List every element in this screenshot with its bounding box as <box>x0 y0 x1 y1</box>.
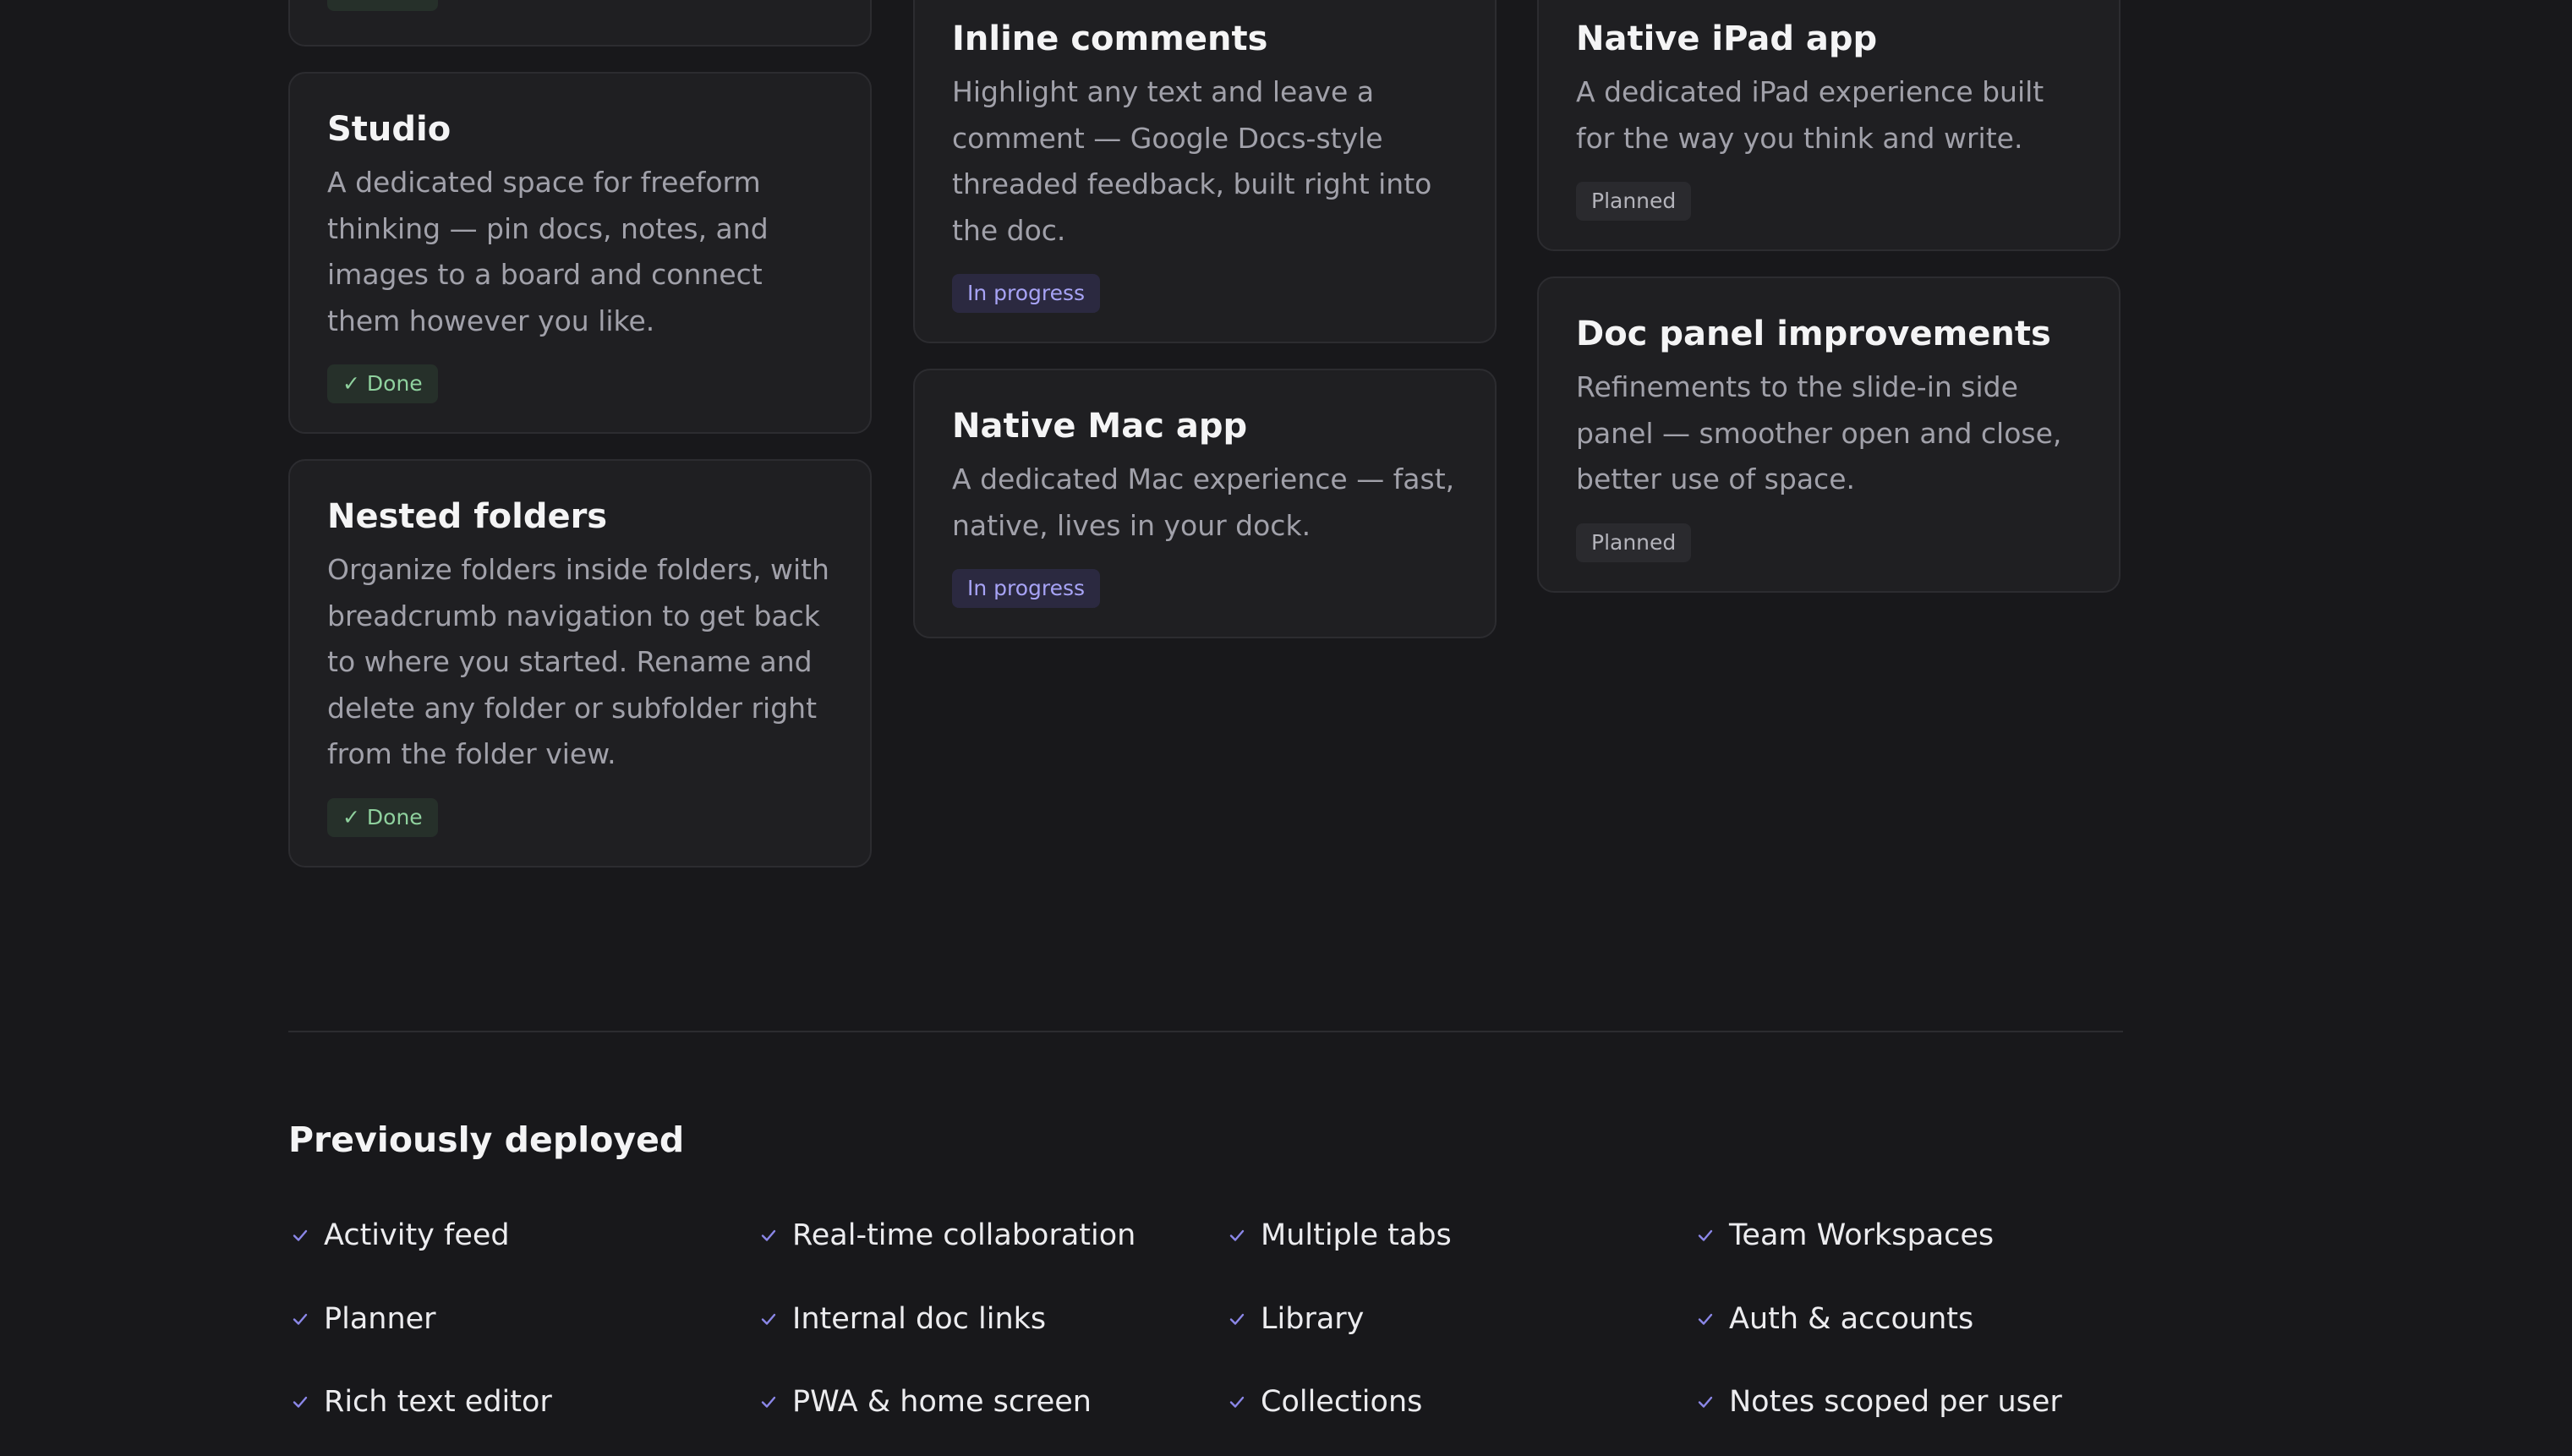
check-icon <box>1698 1229 1713 1241</box>
check-icon <box>761 1396 776 1408</box>
status-badge-planned: Planned <box>1576 182 1692 221</box>
status-badge-done: ✓ Done <box>327 797 438 837</box>
deployed-item: Collections <box>1225 1376 1694 1428</box>
deployed-item-label: Library <box>1261 1301 1365 1336</box>
card-description: A dedicated space for freeform thinking … <box>327 166 769 337</box>
card-description: Highlight any text and leave a comment —… <box>952 75 1432 247</box>
card-description: Organize folders inside folders, with br… <box>327 553 829 770</box>
card-title: Native iPad app <box>1576 19 1878 58</box>
status-badge-done: ✓ Done <box>327 364 438 403</box>
check-icon <box>761 1229 776 1241</box>
roadmap-column-planned: Native iPad app A dedicated iPad experie… <box>1537 0 2121 618</box>
check-icon <box>293 1229 308 1241</box>
card-title: Studio <box>327 110 451 149</box>
roadmap-card-doc-panel-improvements: Doc panel improvements Refinements to th… <box>1537 276 2121 593</box>
check-icon <box>293 1396 308 1408</box>
card-title: Doc panel improvements <box>1576 315 2051 353</box>
deployed-item-label: Collections <box>1261 1385 1423 1419</box>
roadmap-card-native-mac-app: Native Mac app A dedicated Mac experienc… <box>913 369 1497 638</box>
roadmap-column-in-progress: Inline comments Highlight any text and l… <box>913 0 1497 664</box>
deployed-item: Activity feed <box>288 1209 757 1262</box>
status-badge-planned: Planned <box>1576 523 1692 562</box>
deployed-item: Rich text editor <box>288 1376 757 1428</box>
deployed-item-label: Multiple tabs <box>1261 1218 1452 1252</box>
roadmap-card-truncated: ✓ Done <box>288 0 872 47</box>
card-description: A dedicated iPad experience built for th… <box>1576 75 2044 155</box>
card-description: Refinements to the slide-in side panel —… <box>1576 370 2062 495</box>
roadmap-card-studio: Studio A dedicated space for freeform th… <box>288 72 872 434</box>
card-description: A dedicated Mac experience — fast, nativ… <box>952 463 1455 542</box>
deployed-item: Notes scoped per user <box>1694 1376 2162 1428</box>
deployed-item: Library <box>1225 1293 1694 1345</box>
check-icon <box>1229 1313 1245 1325</box>
roadmap-card-inline-comments: Inline comments Highlight any text and l… <box>913 0 1497 343</box>
deployed-item-label: Internal doc links <box>792 1301 1047 1336</box>
check-icon <box>293 1313 308 1325</box>
deployed-item-label: Planner <box>324 1301 436 1336</box>
deployed-item: Multiple tabs <box>1225 1209 1694 1262</box>
status-badge-done: ✓ Done <box>327 0 438 11</box>
previously-deployed-heading: Previously deployed <box>288 1119 685 1160</box>
deployed-item: Auth & accounts <box>1694 1293 2162 1345</box>
roadmap-card-nested-folders: Nested folders Organize folders inside f… <box>288 459 872 868</box>
card-title: Native Mac app <box>952 407 1248 446</box>
deployed-item: Real-time collaboration <box>757 1209 1225 1262</box>
section-divider <box>288 1031 2123 1032</box>
status-badge-in-progress: In progress <box>952 569 1101 608</box>
check-icon <box>1698 1396 1713 1408</box>
deployed-item-label: Team Workspaces <box>1729 1218 1995 1252</box>
card-title: Nested folders <box>327 497 608 536</box>
deployed-item-label: Auth & accounts <box>1729 1301 1974 1336</box>
previously-deployed-list: Activity feed Real-time collaboration Mu… <box>288 1209 2199 1456</box>
roadmap-card-native-ipad-app: Native iPad app A dedicated iPad experie… <box>1537 0 2121 251</box>
deployed-item: Team Workspaces <box>1694 1209 2162 1262</box>
check-icon <box>761 1313 776 1325</box>
check-icon <box>1698 1313 1713 1325</box>
deployed-item-label: Notes scoped per user <box>1729 1385 2062 1419</box>
card-title: Inline comments <box>952 19 1268 58</box>
check-icon <box>1229 1396 1245 1408</box>
deployed-item-label: Activity feed <box>324 1218 510 1252</box>
deployed-item: Planner <box>288 1293 757 1345</box>
status-badge-in-progress: In progress <box>952 274 1101 313</box>
deployed-item: PWA & home screen <box>757 1376 1225 1428</box>
check-icon <box>1229 1229 1245 1241</box>
deployed-item: Internal doc links <box>757 1293 1225 1345</box>
deployed-item-label: Rich text editor <box>324 1385 552 1419</box>
roadmap-page: ✓ Done Studio A dedicated space for free… <box>0 0 2572 1456</box>
deployed-item-label: PWA & home screen <box>792 1385 1092 1419</box>
roadmap-column-done: ✓ Done Studio A dedicated space for free… <box>288 0 872 893</box>
deployed-item-label: Real-time collaboration <box>792 1218 1136 1252</box>
